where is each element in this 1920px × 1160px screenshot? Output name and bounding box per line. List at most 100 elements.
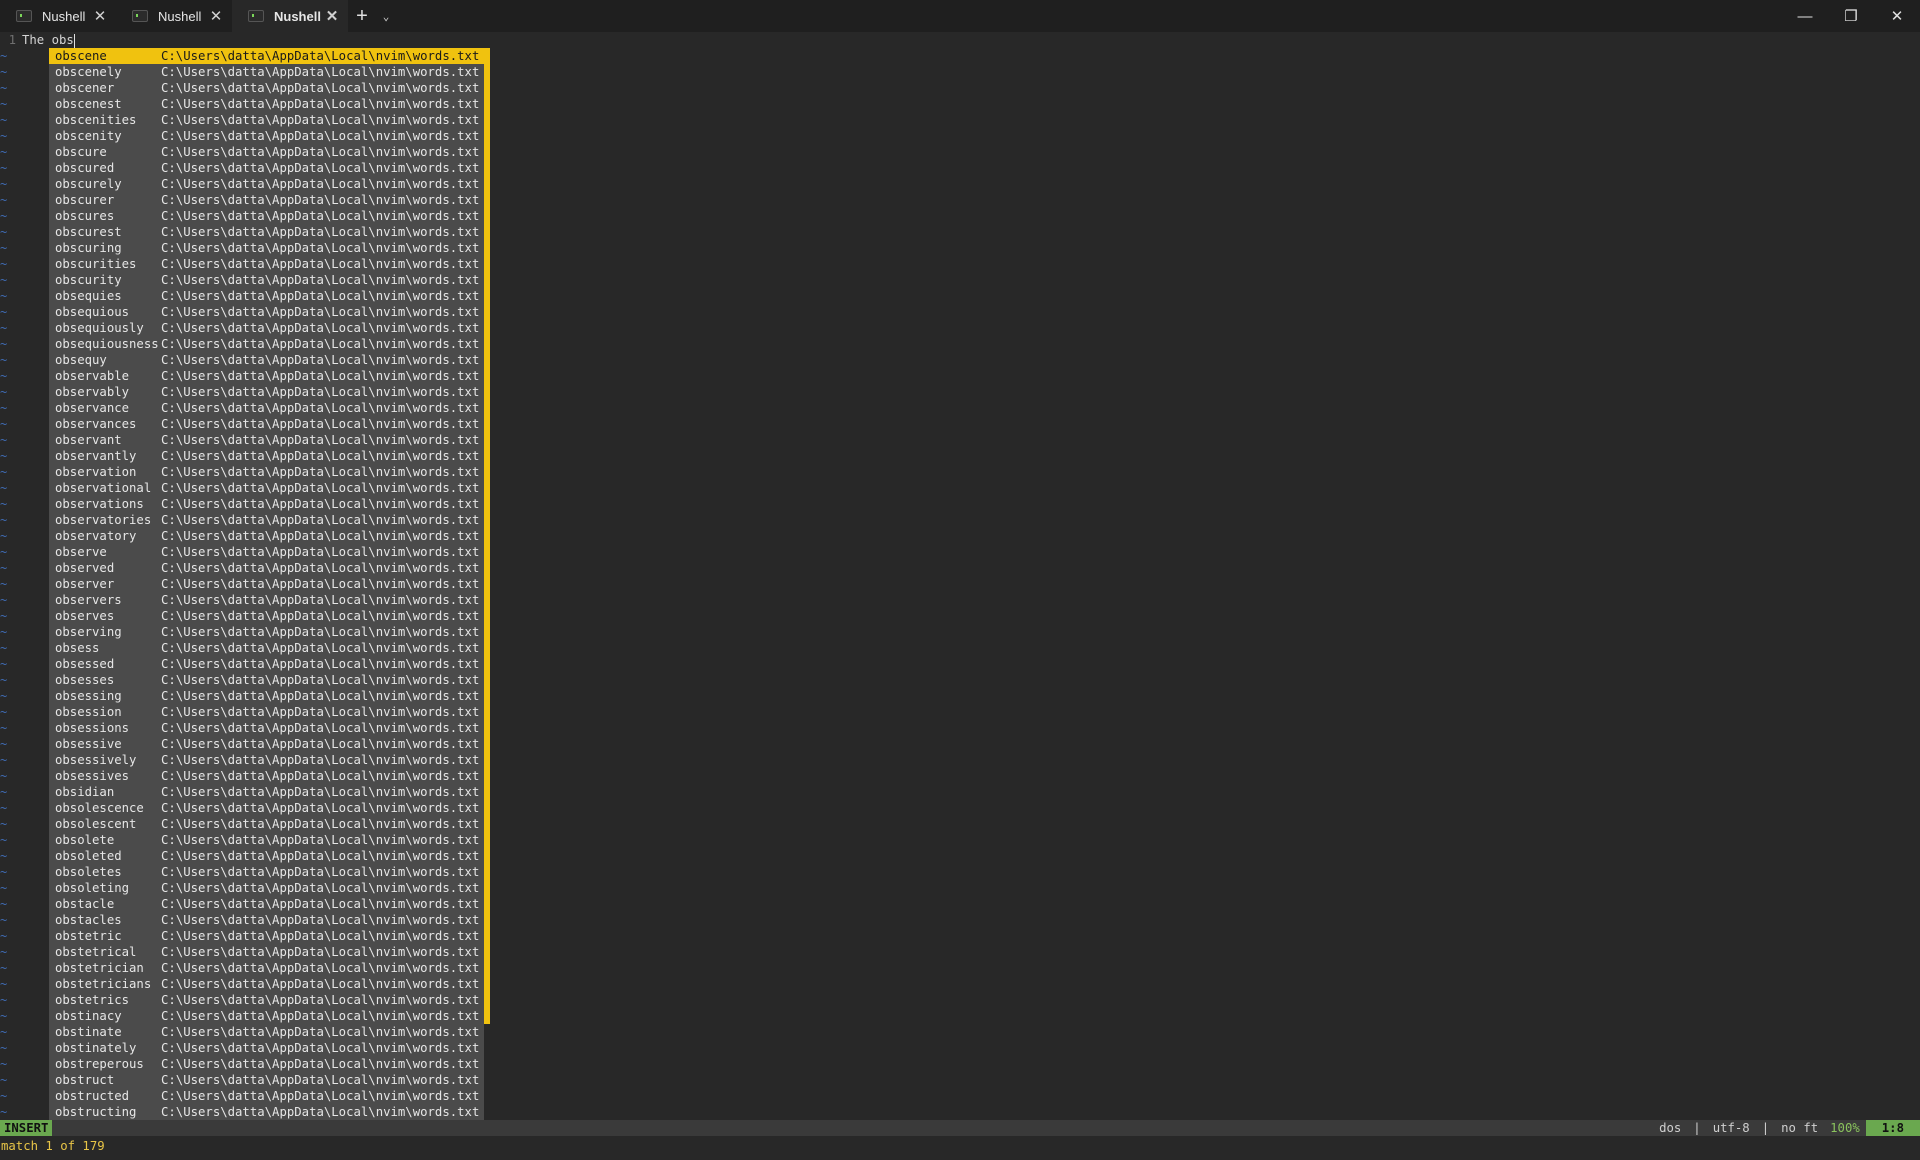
empty-line-tilde: ~: [0, 417, 8, 431]
completion-item[interactable]: observable C:\Users\datta\AppData\Local\n…: [49, 368, 484, 384]
completion-source: C:\Users\datta\AppData\Local\nvim\words.…: [161, 385, 480, 399]
tab-dropdown-button[interactable]: ⌄: [376, 0, 396, 32]
completion-item[interactable]: observations C:\Users\datta\AppData\Local…: [49, 496, 484, 512]
completion-item[interactable]: obstruct C:\Users\datta\AppData\Local\nvi…: [49, 1072, 484, 1088]
tab-nushell-2[interactable]: Nushell ✕: [116, 0, 232, 32]
completion-item[interactable]: observant C:\Users\datta\AppData\Local\nv…: [49, 432, 484, 448]
completion-item[interactable]: obsequious C:\Users\datta\AppData\Local\n…: [49, 304, 484, 320]
completion-item[interactable]: obsessive C:\Users\datta\AppData\Local\nv…: [49, 736, 484, 752]
completion-item[interactable]: obsession C:\Users\datta\AppData\Local\nv…: [49, 704, 484, 720]
completion-popup[interactable]: obscene C:\Users\datta\AppData\Local\nvim…: [49, 48, 484, 1136]
completion-item[interactable]: obscuring C:\Users\datta\AppData\Local\nv…: [49, 240, 484, 256]
completion-item[interactable]: observance C:\Users\datta\AppData\Local\n…: [49, 400, 484, 416]
completion-source: C:\Users\datta\AppData\Local\nvim\words.…: [161, 241, 480, 255]
completion-item[interactable]: observe C:\Users\datta\AppData\Local\nvim…: [49, 544, 484, 560]
completion-item[interactable]: obscurities C:\Users\datta\AppData\Local\…: [49, 256, 484, 272]
completion-item[interactable]: observances C:\Users\datta\AppData\Local\…: [49, 416, 484, 432]
completion-source: C:\Users\datta\AppData\Local\nvim\words.…: [161, 1073, 480, 1087]
completion-item[interactable]: obsess C:\Users\datta\AppData\Local\nvim\…: [49, 640, 484, 656]
completion-item[interactable]: obsequiously C:\Users\datta\AppData\Local…: [49, 320, 484, 336]
minimize-button[interactable]: —: [1782, 0, 1828, 32]
completion-item[interactable]: obscene C:\Users\datta\AppData\Local\nvim…: [49, 48, 484, 64]
completion-item[interactable]: obstetricians C:\Users\datta\AppData\Loca…: [49, 976, 484, 992]
close-window-button[interactable]: ✕: [1874, 0, 1920, 32]
completion-item[interactable]: obsidian C:\Users\datta\AppData\Local\nvi…: [49, 784, 484, 800]
completion-item[interactable]: obstetrical C:\Users\datta\AppData\Local\…: [49, 944, 484, 960]
completion-item[interactable]: obstetrician C:\Users\datta\AppData\Local…: [49, 960, 484, 976]
restore-button[interactable]: ❐: [1828, 0, 1874, 32]
completion-word: obstacle: [55, 897, 115, 911]
completion-item[interactable]: obstinate C:\Users\datta\AppData\Local\nv…: [49, 1024, 484, 1040]
terminal-icon: [16, 10, 32, 22]
completion-item[interactable]: obsessively C:\Users\datta\AppData\Local\…: [49, 752, 484, 768]
completion-item[interactable]: obsoleted C:\Users\datta\AppData\Local\nv…: [49, 848, 484, 864]
close-icon[interactable]: ✕: [92, 7, 108, 25]
completion-item[interactable]: obsolescent C:\Users\datta\AppData\Local\…: [49, 816, 484, 832]
completion-item[interactable]: obstinately C:\Users\datta\AppData\Local\…: [49, 1040, 484, 1056]
completion-source: C:\Users\datta\AppData\Local\nvim\words.…: [161, 961, 480, 975]
completion-item[interactable]: obscurer C:\Users\datta\AppData\Local\nvi…: [49, 192, 484, 208]
new-tab-button[interactable]: +: [348, 0, 376, 32]
completion-scrollbar[interactable]: [484, 48, 490, 1024]
completion-item[interactable]: obstreperous C:\Users\datta\AppData\Local…: [49, 1056, 484, 1072]
completion-item[interactable]: obscured C:\Users\datta\AppData\Local\nvi…: [49, 160, 484, 176]
completion-source: C:\Users\datta\AppData\Local\nvim\words.…: [161, 865, 480, 879]
completion-word: obscurer: [55, 193, 115, 207]
completion-item[interactable]: obstacles C:\Users\datta\AppData\Local\nv…: [49, 912, 484, 928]
completion-item[interactable]: obscenity C:\Users\datta\AppData\Local\nv…: [49, 128, 484, 144]
completion-item[interactable]: observably C:\Users\datta\AppData\Local\n…: [49, 384, 484, 400]
completion-word: obscurest: [55, 225, 122, 239]
completion-item[interactable]: obsessed C:\Users\datta\AppData\Local\nvi…: [49, 656, 484, 672]
completion-item[interactable]: observes C:\Users\datta\AppData\Local\nvi…: [49, 608, 484, 624]
tab-nushell-1[interactable]: Nushell ✕: [0, 0, 116, 32]
completion-item[interactable]: obsessing C:\Users\datta\AppData\Local\nv…: [49, 688, 484, 704]
completion-item[interactable]: obstetric C:\Users\datta\AppData\Local\nv…: [49, 928, 484, 944]
completion-item[interactable]: obstacle C:\Users\datta\AppData\Local\nvi…: [49, 896, 484, 912]
completion-source: C:\Users\datta\AppData\Local\nvim\words.…: [161, 849, 480, 863]
completion-item[interactable]: obsesses C:\Users\datta\AppData\Local\nvi…: [49, 672, 484, 688]
completion-source: C:\Users\datta\AppData\Local\nvim\words.…: [161, 257, 480, 271]
completion-item[interactable]: observatories C:\Users\datta\AppData\Loca…: [49, 512, 484, 528]
completion-item[interactable]: obscures C:\Users\datta\AppData\Local\nvi…: [49, 208, 484, 224]
tab-nushell-3[interactable]: Nushell ✕: [232, 0, 348, 32]
completion-item[interactable]: observer C:\Users\datta\AppData\Local\nvi…: [49, 576, 484, 592]
completion-item[interactable]: observatory C:\Users\datta\AppData\Local\…: [49, 528, 484, 544]
completion-item[interactable]: obscener C:\Users\datta\AppData\Local\nvi…: [49, 80, 484, 96]
completion-item[interactable]: observation C:\Users\datta\AppData\Local\…: [49, 464, 484, 480]
completion-item[interactable]: obscure C:\Users\datta\AppData\Local\nvim…: [49, 144, 484, 160]
close-icon[interactable]: ✕: [208, 7, 224, 25]
completion-item[interactable]: obsoletes C:\Users\datta\AppData\Local\nv…: [49, 864, 484, 880]
completion-item[interactable]: obstinacy C:\Users\datta\AppData\Local\nv…: [49, 1008, 484, 1024]
completion-item[interactable]: obscurest C:\Users\datta\AppData\Local\nv…: [49, 224, 484, 240]
completion-item[interactable]: obscurity C:\Users\datta\AppData\Local\nv…: [49, 272, 484, 288]
completion-item[interactable]: obscurely C:\Users\datta\AppData\Local\nv…: [49, 176, 484, 192]
completion-item[interactable]: obsequiousness C:\Users\datta\AppData\Loc…: [49, 336, 484, 352]
completion-scrollbar-thumb[interactable]: [484, 48, 490, 1024]
completion-item[interactable]: obsequies C:\Users\datta\AppData\Local\nv…: [49, 288, 484, 304]
completion-item[interactable]: obsessives C:\Users\datta\AppData\Local\n…: [49, 768, 484, 784]
completion-item[interactable]: obscenely C:\Users\datta\AppData\Local\nv…: [49, 64, 484, 80]
buffer-line[interactable]: 1 The obs: [0, 32, 75, 48]
completion-item[interactable]: observational C:\Users\datta\AppData\Loca…: [49, 480, 484, 496]
completion-source: C:\Users\datta\AppData\Local\nvim\words.…: [161, 801, 480, 815]
line-number: 1: [8, 33, 16, 47]
empty-line-tilde: ~: [0, 465, 8, 479]
completion-item[interactable]: obsessions C:\Users\datta\AppData\Local\n…: [49, 720, 484, 736]
close-icon[interactable]: ✕: [324, 7, 340, 25]
completion-item[interactable]: observers C:\Users\datta\AppData\Local\nv…: [49, 592, 484, 608]
completion-source: C:\Users\datta\AppData\Local\nvim\words.…: [161, 481, 480, 495]
completion-item[interactable]: observed C:\Users\datta\AppData\Local\nvi…: [49, 560, 484, 576]
completion-item[interactable]: obstructed C:\Users\datta\AppData\Local\n…: [49, 1088, 484, 1104]
completion-item[interactable]: obstetrics C:\Users\datta\AppData\Local\n…: [49, 992, 484, 1008]
completion-item[interactable]: obsoleting C:\Users\datta\AppData\Local\n…: [49, 880, 484, 896]
completion-item[interactable]: obsolete C:\Users\datta\AppData\Local\nvi…: [49, 832, 484, 848]
completion-word: obsequies: [55, 289, 122, 303]
completion-item[interactable]: obscenest C:\Users\datta\AppData\Local\nv…: [49, 96, 484, 112]
completion-word: obsess: [55, 641, 100, 655]
completion-item[interactable]: obstructing C:\Users\datta\AppData\Local\…: [49, 1104, 484, 1120]
completion-item[interactable]: obscenities C:\Users\datta\AppData\Local\…: [49, 112, 484, 128]
completion-item[interactable]: observing C:\Users\datta\AppData\Local\nv…: [49, 624, 484, 640]
completion-item[interactable]: observantly C:\Users\datta\AppData\Local\…: [49, 448, 484, 464]
completion-item[interactable]: obsequy C:\Users\datta\AppData\Local\nvim…: [49, 352, 484, 368]
completion-item[interactable]: obsolescence C:\Users\datta\AppData\Local…: [49, 800, 484, 816]
